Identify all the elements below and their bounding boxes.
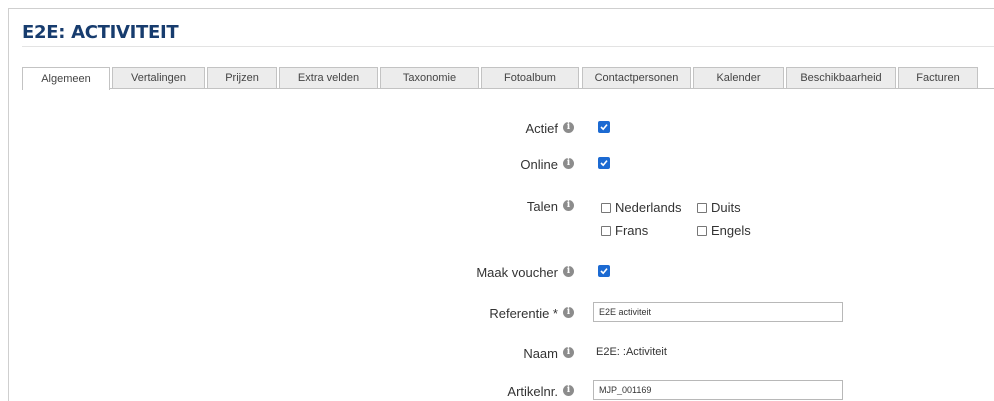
tab-kalender[interactable]: Kalender xyxy=(693,67,784,88)
info-icon[interactable]: i xyxy=(563,122,574,133)
info-icon[interactable]: i xyxy=(563,158,574,169)
maak-voucher-checkbox[interactable] xyxy=(598,265,610,277)
talen-engels-checkbox[interactable] xyxy=(697,226,707,236)
tab-taxonomie[interactable]: Taxonomie xyxy=(380,67,479,88)
tab-prijzen[interactable]: Prijzen xyxy=(207,67,277,88)
tab-facturen[interactable]: Facturen xyxy=(898,67,978,88)
info-icon[interactable]: i xyxy=(563,266,574,277)
talen-frans-checkbox[interactable] xyxy=(601,226,611,236)
info-icon[interactable]: i xyxy=(563,385,574,396)
info-icon[interactable]: i xyxy=(563,307,574,318)
maak-voucher-label: Maak voucher xyxy=(476,265,558,280)
talen-frans-label[interactable]: Frans xyxy=(615,223,648,238)
actief-label: Actief xyxy=(525,121,558,136)
artikelnr-input[interactable] xyxy=(593,380,843,400)
talen-label: Talen xyxy=(526,199,558,214)
talen-engels-label[interactable]: Engels xyxy=(711,223,751,238)
info-icon[interactable]: i xyxy=(563,200,574,211)
referentie-input[interactable] xyxy=(593,302,843,322)
naam-value: E2E: :Activiteit xyxy=(596,346,667,358)
tab-vertalingen[interactable]: Vertalingen xyxy=(112,67,205,88)
tab-beschikbaarheid[interactable]: Beschikbaarheid xyxy=(786,67,896,88)
talen-duits-label[interactable]: Duits xyxy=(711,200,741,215)
talen-nederlands-checkbox[interactable] xyxy=(601,203,611,213)
online-label: Online xyxy=(520,157,558,172)
tab-contactpersonen[interactable]: Contactpersonen xyxy=(582,67,691,88)
frame-border-top xyxy=(8,8,994,9)
title-divider xyxy=(22,46,994,47)
actief-checkbox[interactable] xyxy=(598,121,610,133)
tab-extra-velden[interactable]: Extra velden xyxy=(279,67,378,88)
artikelnr-label: Artikelnr. xyxy=(507,384,558,399)
page-title: E2E: ACTIVITEIT xyxy=(22,22,179,43)
tab-algemeen[interactable]: Algemeen xyxy=(22,67,110,90)
referentie-label: Referentie * xyxy=(489,306,558,321)
talen-nederlands-label[interactable]: Nederlands xyxy=(615,200,682,215)
talen-duits-checkbox[interactable] xyxy=(697,203,707,213)
frame-border-left xyxy=(8,8,9,401)
online-checkbox[interactable] xyxy=(598,157,610,169)
tabs-underline xyxy=(22,88,994,89)
info-icon[interactable]: i xyxy=(563,347,574,358)
tab-fotoalbum[interactable]: Fotoalbum xyxy=(481,67,579,88)
naam-label: Naam xyxy=(523,346,558,361)
